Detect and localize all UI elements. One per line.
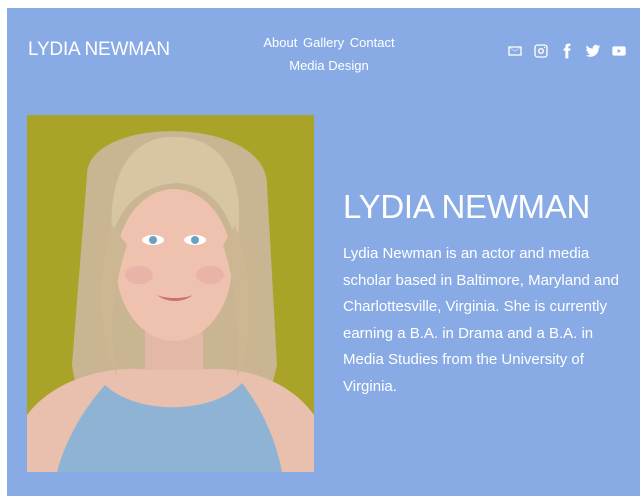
mail-icon[interactable] <box>506 42 524 60</box>
page: LYDIA NEWMAN About Gallery Contact Media… <box>7 8 640 496</box>
twitter-icon[interactable] <box>584 42 602 60</box>
nav-about[interactable]: About <box>263 35 297 50</box>
site-title[interactable]: LYDIA NEWMAN <box>28 39 170 61</box>
hero-heading: LYDIA NEWMAN <box>343 188 590 225</box>
bio-text: Lydia Newman is an actor and media schol… <box>343 245 619 395</box>
facebook-icon[interactable] <box>558 42 576 60</box>
social-links <box>506 42 628 60</box>
nav-media-design[interactable]: Media Design <box>289 58 369 73</box>
instagram-icon[interactable] <box>532 42 550 60</box>
nav-contact[interactable]: Contact <box>350 35 395 50</box>
portrait-photo <box>27 115 314 472</box>
main-nav: About Gallery Contact Media Design <box>237 31 421 77</box>
nav-gallery[interactable]: Gallery <box>303 35 344 50</box>
youtube-icon[interactable] <box>610 42 628 60</box>
